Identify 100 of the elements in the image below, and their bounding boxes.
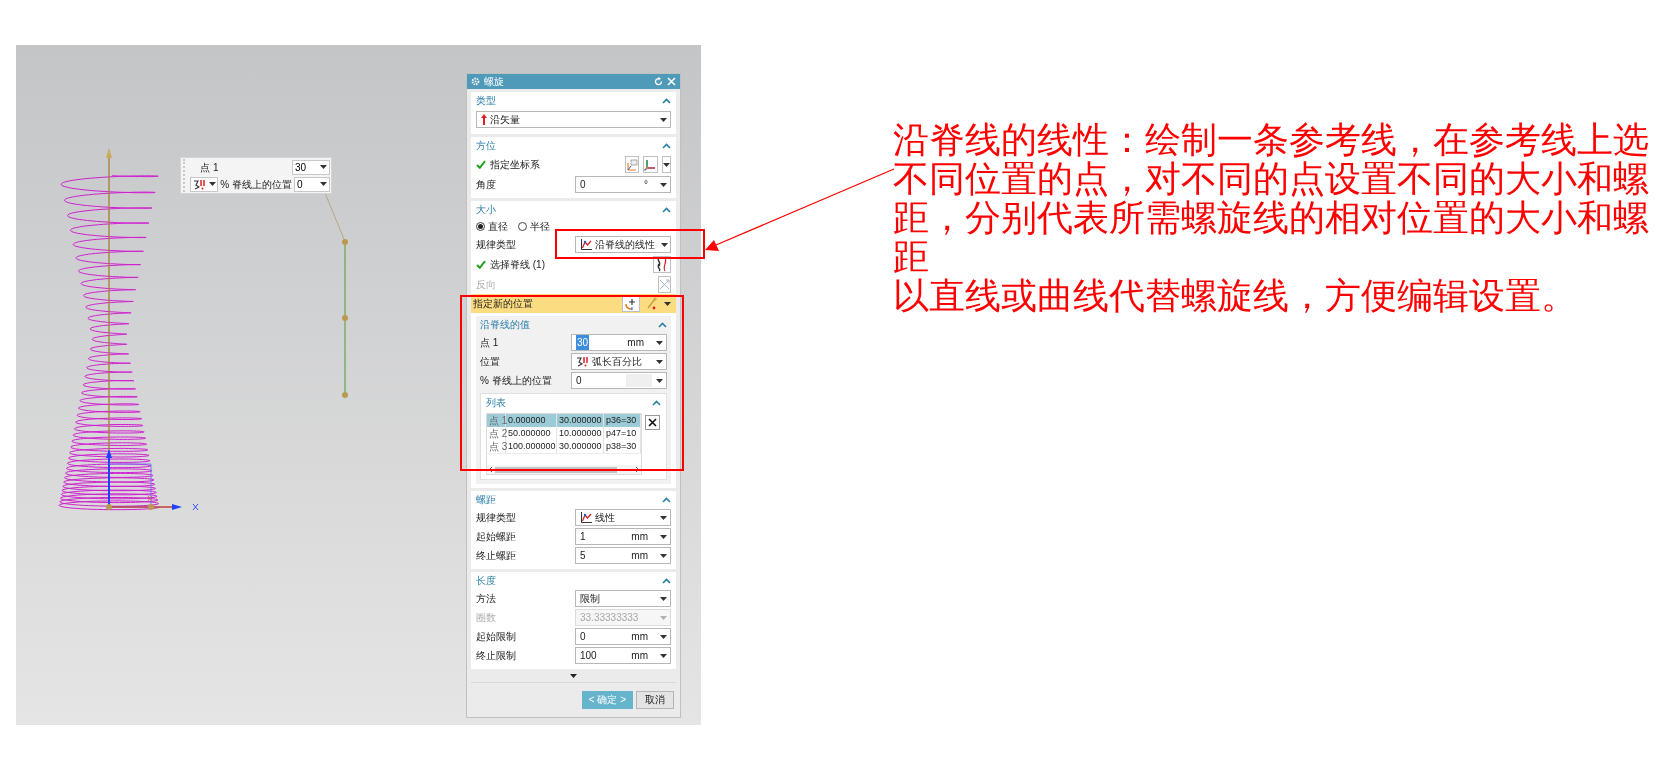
- reverse-direction-icon: [659, 279, 670, 290]
- caret-icon: [660, 553, 667, 558]
- caret-icon: [660, 615, 667, 620]
- caret-icon: [209, 182, 217, 186]
- field-label: 点 1: [480, 336, 499, 350]
- percent-icon: [193, 178, 207, 190]
- close-icon: [648, 418, 657, 427]
- field-label: % 脊线上的位置: [480, 374, 552, 388]
- arrow-icon: [481, 114, 487, 125]
- close-icon[interactable]: [667, 77, 676, 86]
- dropdown[interactable]: [190, 176, 219, 192]
- table-row[interactable]: 点 3100.000000 30.000000 p38=30: [487, 440, 641, 453]
- dialog-button[interactable]: 取消: [636, 691, 674, 709]
- input-field[interactable]: 30: [292, 159, 330, 175]
- caret-icon: [656, 340, 663, 345]
- dropdown[interactable]: 线性: [575, 509, 671, 526]
- field-label: 终止限制: [476, 649, 516, 663]
- reset-icon[interactable]: [654, 77, 663, 86]
- field-label: 终止螺距: [476, 549, 516, 563]
- csys-button[interactable]: [643, 156, 658, 173]
- input-field[interactable]: 0 mm: [575, 628, 671, 645]
- caret-icon: [656, 378, 663, 383]
- caret-icon: [664, 301, 671, 306]
- chevron-up-icon[interactable]: [662, 142, 671, 149]
- field-label: 起始螺距: [476, 530, 516, 544]
- field-label: 点 1: [200, 160, 219, 175]
- radio-button[interactable]: 直径: [476, 219, 508, 234]
- point-icon: [625, 297, 637, 310]
- radio-button[interactable]: 半径: [518, 219, 550, 234]
- field-label: 规律类型: [476, 511, 516, 525]
- caret-icon: [660, 653, 667, 658]
- field-label: 角度: [476, 178, 496, 192]
- field-label: 规律类型: [476, 238, 516, 252]
- csys-dialog-icon: [626, 158, 638, 171]
- graph-icon: [580, 511, 592, 524]
- delete-button[interactable]: [645, 415, 660, 430]
- input-field[interactable]: 0: [294, 176, 330, 192]
- chevron-up-icon[interactable]: [662, 496, 671, 503]
- section-title[interactable]: 列表: [486, 395, 506, 410]
- csys-icon: [644, 158, 657, 171]
- caret-icon: [320, 165, 327, 169]
- settings-icon[interactable]: [471, 77, 480, 86]
- more-options-icon[interactable]: [570, 673, 577, 678]
- section-title[interactable]: 方位: [476, 138, 496, 153]
- table-cell: 点 3: [487, 440, 506, 453]
- caret-icon: [656, 359, 663, 364]
- caret-icon: [660, 534, 667, 539]
- chevron-up-icon[interactable]: [662, 577, 671, 584]
- table-cell: 100.000000: [506, 440, 557, 453]
- caret-icon: [320, 182, 327, 186]
- dropdown[interactable]: 限制: [575, 590, 671, 607]
- field-label: 方法: [476, 592, 496, 606]
- annotation-text: 沿脊线的线性：绘制一条参考线，在参考线上选不同位置的点，对不同的点设置不同的大小和螺距，分别代表所需螺旋线的相对位置的大小和螺距: [893, 120, 1650, 276]
- caret-icon: [660, 596, 667, 601]
- section-title[interactable]: 螺距: [476, 492, 496, 507]
- dropdown[interactable]: 沿脊线的线性: [575, 236, 671, 253]
- section-title[interactable]: 长度: [476, 573, 496, 588]
- caret-icon: [660, 515, 667, 520]
- field-label: 选择脊线 (1): [490, 258, 545, 272]
- leader-line: [324, 192, 345, 240]
- table-cell: 30.000000: [557, 440, 604, 453]
- percent-icon: [576, 356, 589, 367]
- table-cell: p38=30: [604, 440, 641, 453]
- chevron-up-icon[interactable]: [658, 321, 667, 328]
- field-label: 圈数: [476, 611, 496, 625]
- graph-icon: [580, 238, 592, 251]
- dropdown[interactable]: 弧长百分比: [571, 353, 667, 370]
- caret-icon: [660, 634, 667, 639]
- section-title[interactable]: 沿脊线的值: [480, 317, 530, 332]
- caret-icon: [660, 117, 667, 122]
- field-label: 指定新的位置: [473, 297, 534, 311]
- caret-icon: [661, 242, 668, 247]
- field-label: 反向: [476, 278, 496, 292]
- caret-icon: [663, 162, 670, 167]
- window-title: 螺旋: [484, 75, 505, 89]
- chevron-up-icon[interactable]: [662, 97, 671, 104]
- input-field[interactable]: 0: [571, 372, 667, 389]
- scroll-left-icon[interactable]: [487, 465, 495, 474]
- annotation-text: 以直线或曲线代替螺旋线，方便编辑设置。: [893, 276, 1578, 315]
- scroll-right-icon[interactable]: [633, 465, 641, 474]
- chevron-up-icon[interactable]: [662, 206, 671, 213]
- field-label: 起始限制: [476, 630, 516, 644]
- caret-icon: [660, 182, 667, 187]
- input-field[interactable]: 30 mm: [571, 334, 667, 351]
- section-title[interactable]: 大小: [476, 202, 496, 217]
- input-field[interactable]: 1 mm: [575, 528, 671, 545]
- horizontal-scrollbar[interactable]: [487, 465, 641, 474]
- section-title[interactable]: 类型: [476, 93, 496, 108]
- dropdown-button[interactable]: [662, 156, 671, 173]
- chevron-up-icon[interactable]: [652, 399, 661, 406]
- input-field[interactable]: 5 mm: [575, 547, 671, 564]
- input-field[interactable]: 0 °: [575, 176, 671, 193]
- table-row[interactable]: 点 250.000000 10.000000 p47=10: [487, 427, 641, 440]
- csys-button[interactable]: [625, 156, 639, 173]
- input-field[interactable]: 100 mm: [575, 647, 671, 664]
- wand-icon: [646, 297, 658, 310]
- table-row[interactable]: 点 10.000000 30.000000 p36=30: [487, 414, 641, 427]
- field-label: 指定坐标系: [490, 158, 540, 172]
- field-label: % 脊线上的位置: [220, 177, 292, 192]
- dropdown[interactable]: 沿矢量: [476, 111, 671, 128]
